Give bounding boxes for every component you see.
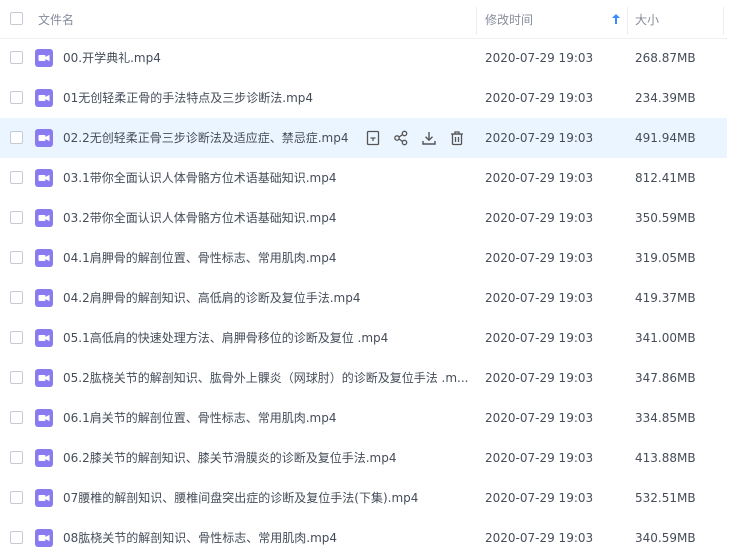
- table-row[interactable]: 04.2肩胛骨的解剖知识、高低肩的诊断及复位手法.mp4 2020-07-29 1…: [0, 278, 727, 318]
- table-row[interactable]: 06.1肩关节的解剖位置、骨性标志、常用肌肉.mp4 2020-07-29 19:…: [0, 398, 727, 438]
- file-modified: 2020-07-29 19:03: [485, 171, 594, 185]
- video-file-icon: [35, 209, 53, 231]
- file-modified: 2020-07-29 19:03: [485, 531, 594, 545]
- file-modified: 2020-07-29 19:03: [485, 211, 594, 225]
- file-name[interactable]: 01无创轻柔正骨的手法特点及三步诊断法.mp4: [63, 78, 313, 118]
- file-size: 334.85MB: [635, 411, 696, 425]
- column-name-label: 文件名: [38, 12, 75, 27]
- delete-icon[interactable]: [449, 130, 465, 146]
- row-checkbox[interactable]: [10, 491, 23, 504]
- column-name-header[interactable]: 文件名: [38, 0, 476, 38]
- file-modified: 2020-07-29 19:03: [485, 411, 594, 425]
- row-checkbox[interactable]: [10, 251, 23, 264]
- table-row[interactable]: 05.2肱桡关节的解剖知识、肱骨外上髁炎（网球肘）的诊断及复位手法 .m... 2…: [0, 358, 727, 398]
- row-checkbox[interactable]: [10, 451, 23, 464]
- video-file-icon: [35, 449, 53, 471]
- file-modified: 2020-07-29 19:03: [485, 131, 594, 145]
- file-modified: 2020-07-29 19:03: [485, 371, 594, 385]
- column-size-label: 大小: [635, 12, 660, 27]
- file-name[interactable]: 06.2膝关节的解剖知识、膝关节滑膜炎的诊断及复位手法.mp4: [63, 438, 396, 478]
- select-all-checkbox[interactable]: [10, 12, 23, 25]
- file-name[interactable]: 05.2肱桡关节的解剖知识、肱骨外上髁炎（网球肘）的诊断及复位手法 .m...: [63, 358, 468, 398]
- table-row[interactable]: 02.2无创轻柔正骨三步诊断法及适应症、禁忌症.mp4 2020-07-29 19…: [0, 118, 727, 158]
- table-row[interactable]: 08肱桡关节的解剖知识、骨性标志、常用肌肉.mp4 2020-07-29 19:0…: [0, 518, 727, 558]
- share-icon[interactable]: [393, 130, 409, 146]
- scrollbar-track[interactable]: [727, 38, 754, 546]
- file-size: 234.39MB: [635, 91, 696, 105]
- file-modified: 2020-07-29 19:03: [485, 91, 594, 105]
- column-modified-label: 修改时间: [485, 12, 534, 27]
- table-row[interactable]: 03.1带你全面认识人体骨骼方位术语基础知识.mp4 2020-07-29 19:…: [0, 158, 727, 198]
- table-row[interactable]: 05.1高低肩的快速处理方法、肩胛骨移位的诊断及复位 .mp4 2020-07-2…: [0, 318, 727, 358]
- table-row[interactable]: 00.开学典礼.mp4 2020-07-29 19:03 268.87MB: [0, 38, 727, 78]
- row-checkbox[interactable]: [10, 91, 23, 104]
- video-file-icon: [35, 129, 53, 151]
- file-name[interactable]: 04.1肩胛骨的解剖位置、骨性标志、常用肌肉.mp4: [63, 238, 336, 278]
- file-name[interactable]: 00.开学典礼.mp4: [63, 38, 161, 78]
- video-file-icon: [35, 409, 53, 431]
- row-checkbox[interactable]: [10, 211, 23, 224]
- table-row[interactable]: 01无创轻柔正骨的手法特点及三步诊断法.mp4 2020-07-29 19:03 2…: [0, 78, 727, 118]
- file-modified: 2020-07-29 19:03: [485, 51, 594, 65]
- row-checkbox[interactable]: [10, 371, 23, 384]
- file-size: 413.88MB: [635, 451, 696, 465]
- file-size: 347.86MB: [635, 371, 696, 385]
- sort-ascending-icon[interactable]: [611, 13, 621, 28]
- video-file-icon: [35, 489, 53, 511]
- file-size: 341.00MB: [635, 331, 696, 345]
- file-name[interactable]: 02.2无创轻柔正骨三步诊断法及适应症、禁忌症.mp4: [63, 118, 348, 158]
- video-file-icon: [35, 329, 53, 351]
- file-list-header: 文件名 修改时间 大小: [0, 0, 754, 39]
- file-modified: 2020-07-29 19:03: [485, 451, 594, 465]
- file-size: 812.41MB: [635, 171, 696, 185]
- file-name[interactable]: 07腰椎的解剖知识、腰椎间盘突出症的诊断及复位手法(下集).mp4: [63, 478, 418, 518]
- video-file-icon: [35, 169, 53, 191]
- table-row[interactable]: 06.2膝关节的解剖知识、膝关节滑膜炎的诊断及复位手法.mp4 2020-07-2…: [0, 438, 727, 478]
- file-size: 319.05MB: [635, 251, 696, 265]
- file-name[interactable]: 05.1高低肩的快速处理方法、肩胛骨移位的诊断及复位 .mp4: [63, 318, 388, 358]
- row-checkbox[interactable]: [10, 411, 23, 424]
- column-divider[interactable]: [723, 7, 724, 35]
- file-name[interactable]: 03.1带你全面认识人体骨骼方位术语基础知识.mp4: [63, 158, 336, 198]
- video-file-icon: [35, 49, 53, 71]
- file-name[interactable]: 08肱桡关节的解剖知识、骨性标志、常用肌肉.mp4: [63, 518, 337, 558]
- file-modified: 2020-07-29 19:03: [485, 291, 594, 305]
- table-row[interactable]: 07腰椎的解剖知识、腰椎间盘突出症的诊断及复位手法(下集).mp4 2020-07…: [0, 478, 727, 518]
- download-icon[interactable]: [421, 130, 437, 146]
- file-size: 268.87MB: [635, 51, 696, 65]
- row-checkbox[interactable]: [10, 291, 23, 304]
- file-name[interactable]: 04.2肩胛骨的解剖知识、高低肩的诊断及复位手法.mp4: [63, 278, 360, 318]
- video-file-icon: [35, 369, 53, 391]
- file-size: 419.37MB: [635, 291, 696, 305]
- video-file-icon: [35, 529, 53, 551]
- file-size: 532.51MB: [635, 491, 696, 505]
- file-name[interactable]: 03.2带你全面认识人体骨骼方位术语基础知识.mp4: [63, 198, 336, 238]
- row-checkbox[interactable]: [10, 331, 23, 344]
- row-checkbox[interactable]: [10, 531, 23, 544]
- table-row[interactable]: 03.2带你全面认识人体骨骼方位术语基础知识.mp4 2020-07-29 19:…: [0, 198, 727, 238]
- file-modified: 2020-07-29 19:03: [485, 251, 594, 265]
- column-modified-header[interactable]: 修改时间: [485, 0, 627, 38]
- file-size: 491.94MB: [635, 131, 696, 145]
- file-modified: 2020-07-29 19:03: [485, 331, 594, 345]
- row-checkbox[interactable]: [10, 51, 23, 64]
- row-checkbox[interactable]: [10, 131, 23, 144]
- column-divider[interactable]: [627, 7, 628, 35]
- table-row[interactable]: 04.1肩胛骨的解剖位置、骨性标志、常用肌肉.mp4 2020-07-29 19:…: [0, 238, 727, 278]
- video-file-icon: [35, 289, 53, 311]
- file-name[interactable]: 06.1肩关节的解剖位置、骨性标志、常用肌肉.mp4: [63, 398, 336, 438]
- rename-icon[interactable]: [365, 130, 381, 146]
- file-size: 340.59MB: [635, 531, 696, 545]
- column-divider[interactable]: [476, 7, 477, 35]
- column-size-header[interactable]: 大小: [635, 0, 723, 38]
- file-modified: 2020-07-29 19:03: [485, 491, 594, 505]
- row-checkbox[interactable]: [10, 171, 23, 184]
- video-file-icon: [35, 89, 53, 111]
- video-file-icon: [35, 249, 53, 271]
- file-size: 350.59MB: [635, 211, 696, 225]
